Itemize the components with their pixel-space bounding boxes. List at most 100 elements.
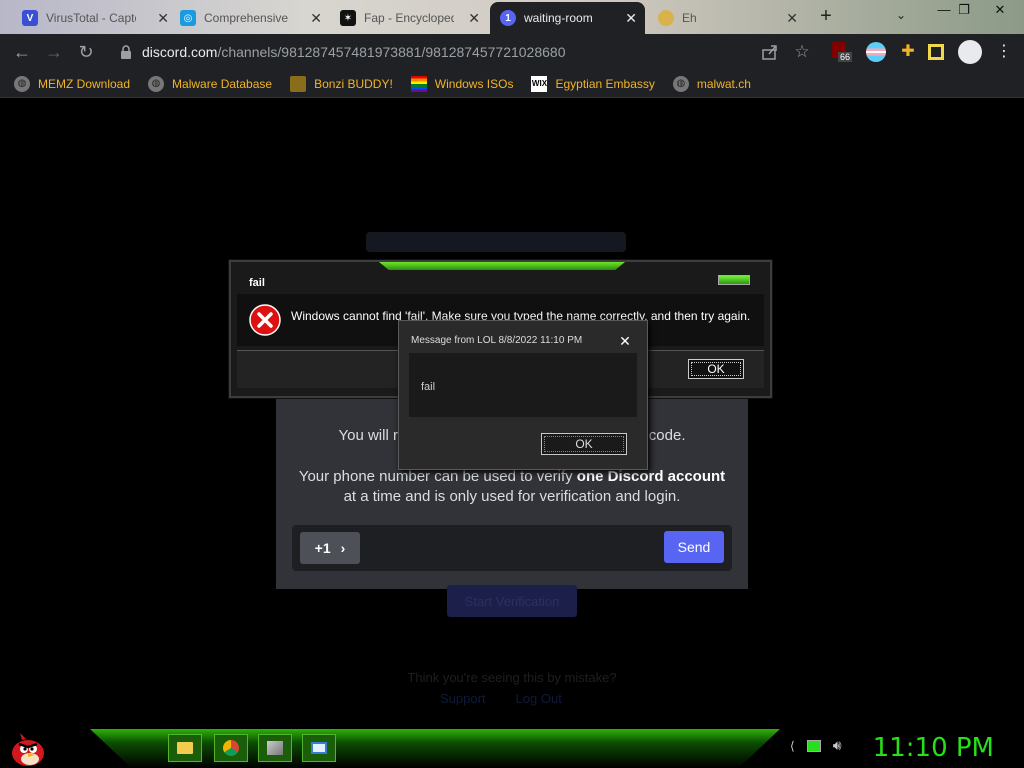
country-code-selector[interactable]: +1 › xyxy=(300,532,360,564)
virustotal-icon: V xyxy=(22,10,38,26)
code-text-start: You will re xyxy=(338,427,407,444)
encyclopedia-icon: ✶ xyxy=(340,10,356,26)
tab-title: Fap - Encycloped xyxy=(364,11,454,25)
system-tray: ⟨ 🔊︎ xyxy=(790,737,842,754)
tab-title: Eh xyxy=(682,11,697,25)
wix-icon: WIX xyxy=(531,75,548,92)
close-tab-icon[interactable]: ✕ xyxy=(786,10,798,27)
send-button[interactable]: Send xyxy=(664,531,724,563)
angry-bird-start-icon[interactable] xyxy=(8,731,48,767)
bookmark-memz[interactable]: ◍ MEMZ Download xyxy=(14,75,131,92)
bonzi-icon xyxy=(290,75,307,92)
window-close-button[interactable]: ✕ xyxy=(986,0,1014,22)
globe-icon: ◍ xyxy=(14,75,30,92)
error-dialog-close-button[interactable] xyxy=(718,275,750,285)
bookmark-label: malwat.ch xyxy=(696,76,751,91)
lock-icon[interactable] xyxy=(120,45,132,59)
footer-links: Support Log Out xyxy=(440,691,562,706)
phone-text-bold: one Discord account xyxy=(576,468,726,485)
phone-info-text: Your phone number can be used to verify … xyxy=(292,467,732,507)
faint-header xyxy=(366,232,626,252)
phone-text-b: at a time and is only used for verificat… xyxy=(343,488,681,505)
network-icon[interactable] xyxy=(806,739,821,752)
error-dialog-title: fail xyxy=(249,277,265,289)
bookmark-malwatch[interactable]: ◍ malwat.ch xyxy=(672,75,751,92)
bookmark-windows-isos[interactable]: Windows ISOs xyxy=(410,75,514,92)
bookmark-egyptian-embassy[interactable]: WIX Egyptian Embassy xyxy=(531,75,655,92)
rainbow-flag-icon xyxy=(410,75,427,92)
bookmark-label: Windows ISOs xyxy=(434,76,514,91)
message-dialog-body: fail xyxy=(409,353,637,417)
bookmark-label: MEMZ Download xyxy=(38,76,131,91)
bookmark-label: Malware Database xyxy=(172,76,273,91)
reload-icon[interactable]: ↻ xyxy=(74,40,98,64)
message-text: fail xyxy=(421,381,436,393)
tab-eh[interactable]: Eh ✕ xyxy=(648,2,806,34)
tab-title: waiting-room xyxy=(524,11,593,25)
tab-title: VirusTotal - Captc xyxy=(46,11,136,25)
share-icon[interactable] xyxy=(760,42,780,62)
browser-toolbar: ← → ↻ discord.com/channels/9812874574819… xyxy=(0,34,1024,70)
screen: V VirusTotal - Captc ✕ ◎ Comprehensive ✕… xyxy=(0,0,1024,768)
bookmark-label: Egyptian Embassy xyxy=(555,76,655,91)
forward-arrow-icon[interactable]: → xyxy=(42,40,66,64)
location-pin-icon: ◎ xyxy=(180,10,196,26)
extension-badge: 66 xyxy=(838,52,853,62)
mistake-text: Think you're seeing this by mistake? xyxy=(407,670,617,685)
tab-title: Comprehensive xyxy=(204,11,289,25)
tab-comprehensive[interactable]: ◎ Comprehensive ✕ xyxy=(170,2,330,34)
phone-input-row[interactable]: +1 › Send xyxy=(292,525,732,571)
tab-strip: V VirusTotal - Captc ✕ ◎ Comprehensive ✕… xyxy=(0,0,1024,34)
close-tab-icon[interactable]: ✕ xyxy=(625,10,637,27)
taskbar-chrome-icon[interactable] xyxy=(214,734,248,762)
url-host: discord.com xyxy=(142,44,218,60)
bookmark-malware-database[interactable]: ◍ Malware Database xyxy=(148,75,273,92)
discord-icon: 1 xyxy=(500,10,516,26)
close-tab-icon[interactable]: ✕ xyxy=(157,10,169,27)
close-tab-icon[interactable]: ✕ xyxy=(468,10,480,27)
url-path: /channels/981287457481973881/98128745772… xyxy=(217,44,566,60)
taskbar-folder-icon[interactable] xyxy=(168,734,202,762)
url-text[interactable]: discord.com/channels/981287457481973881/… xyxy=(142,44,565,60)
message-dialog-title: Message from LOL 8/8/2022 11:10 PM xyxy=(411,335,583,346)
country-code-label: +1 xyxy=(314,540,331,556)
taskbar-paint-icon[interactable] xyxy=(258,734,292,762)
close-tab-icon[interactable]: ✕ xyxy=(310,10,322,27)
tray-show-hidden-icon[interactable]: ⟨ xyxy=(790,739,795,753)
flag-extension-icon[interactable] xyxy=(866,42,886,62)
tab-encyclopedia[interactable]: ✶ Fap - Encycloped ✕ xyxy=(330,2,488,34)
logout-link[interactable]: Log Out xyxy=(516,691,562,706)
volume-icon[interactable]: 🔊︎ xyxy=(833,737,842,754)
message-dialog-close-icon[interactable]: ✕ xyxy=(615,333,635,349)
address-bar[interactable]: discord.com/channels/981287457481973881/… xyxy=(108,38,828,66)
bookmarks-bar: ◍ MEMZ Download ◍ Malware Database Bonzi B… xyxy=(0,70,1024,98)
tab-search-chevron-icon[interactable]: ⌄ xyxy=(896,8,906,22)
phone-text-a: Your phone number can be used to verify xyxy=(298,468,577,485)
error-icon xyxy=(249,304,281,336)
dialog-title-accent xyxy=(379,262,625,270)
taskbar-window-icon[interactable] xyxy=(302,734,336,762)
error-ok-button[interactable]: OK xyxy=(688,359,744,379)
star-icon[interactable]: ☆ xyxy=(792,42,812,62)
new-tab-button[interactable]: + xyxy=(814,6,838,28)
taskbar-clock[interactable]: 11:10 PM xyxy=(873,733,994,763)
globe-icon: ◍ xyxy=(672,75,689,92)
ublock-extension-icon[interactable]: 66 xyxy=(832,42,853,62)
start-verification-button[interactable]: Start Verification xyxy=(447,585,577,617)
tab-waiting-room[interactable]: 1 waiting-room ✕ xyxy=(490,2,645,34)
kebab-menu-icon[interactable]: ⋮ xyxy=(994,42,1014,62)
profile-avatar-icon[interactable] xyxy=(958,40,982,64)
side-panel-icon[interactable] xyxy=(928,44,944,60)
globe-icon: ◍ xyxy=(148,75,165,92)
tab-virustotal[interactable]: V VirusTotal - Captc ✕ xyxy=(12,2,177,34)
bookmark-bonzi[interactable]: Bonzi BUDDY! xyxy=(290,75,393,92)
message-ok-button[interactable]: OK xyxy=(541,433,627,455)
support-link[interactable]: Support xyxy=(440,691,486,706)
taskbar: ⟨ 🔊︎ 11:10 PM xyxy=(0,729,1024,768)
eh-icon xyxy=(658,10,674,26)
bookmark-label: Bonzi BUDDY! xyxy=(314,76,393,91)
back-arrow-icon[interactable]: ← xyxy=(10,40,34,64)
restore-button[interactable]: ❐ xyxy=(950,0,978,22)
puzzle-extensions-icon[interactable]: ✚ xyxy=(898,42,918,62)
chevron-right-icon: › xyxy=(340,540,346,556)
